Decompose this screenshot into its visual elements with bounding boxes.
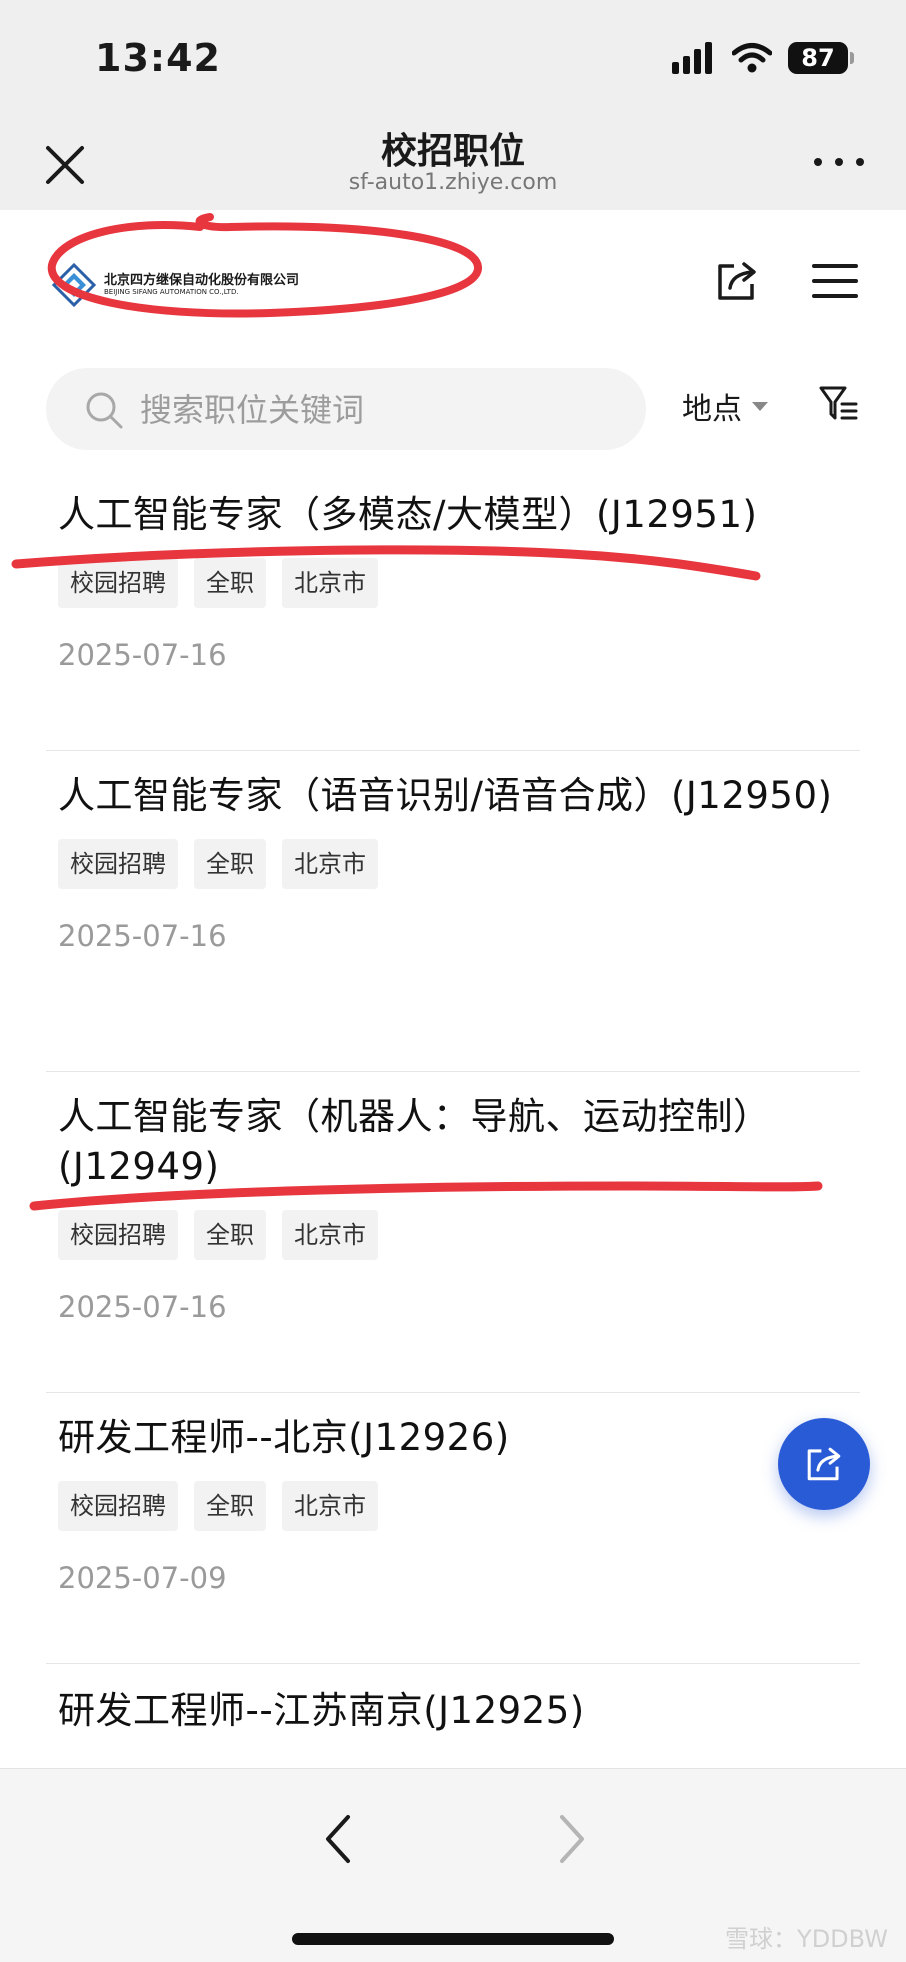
nav-header: 校招职位 sf-auto1.zhiye.com bbox=[0, 110, 906, 210]
cellular-signal-icon bbox=[672, 42, 712, 74]
company-logo[interactable]: 北京四方继保自动化股份有限公司 BEIJING SIFANG AUTOMATIO… bbox=[52, 260, 372, 310]
home-indicator bbox=[292, 1933, 614, 1945]
job-item[interactable]: 人工智能专家（语音识别/语音合成）(J12950) 校园招聘 全职 北京市 20… bbox=[46, 751, 860, 1072]
share-icon bbox=[807, 1447, 841, 1481]
search-bar: 地点 bbox=[0, 360, 906, 452]
caret-down-icon bbox=[752, 401, 768, 411]
share-icon[interactable] bbox=[714, 258, 760, 304]
job-date: 2025-07-16 bbox=[58, 638, 227, 672]
job-tag: 校园招聘 bbox=[58, 1210, 178, 1260]
job-list: 人工智能专家（多模态/大模型）(J12951) 校园招聘 全职 北京市 2025… bbox=[0, 470, 906, 1806]
more-options-button[interactable] bbox=[814, 150, 864, 174]
location-filter-label: 地点 bbox=[682, 392, 742, 427]
job-item[interactable]: 人工智能专家（多模态/大模型）(J12951) 校园招聘 全职 北京市 2025… bbox=[46, 470, 860, 751]
job-tag: 全职 bbox=[194, 839, 266, 889]
job-title: 研发工程师--北京(J12926) bbox=[58, 1416, 510, 1459]
job-tags: 校园招聘 全职 北京市 bbox=[46, 1481, 860, 1531]
job-date: 2025-07-16 bbox=[58, 919, 227, 953]
job-title: 人工智能专家（多模态/大模型）(J12951) bbox=[58, 493, 758, 536]
status-time: 13:42 bbox=[95, 36, 221, 80]
job-title: 研发工程师--江苏南京(J12925) bbox=[58, 1689, 585, 1732]
logo-mark-icon bbox=[52, 263, 96, 307]
search-input[interactable] bbox=[138, 368, 622, 452]
job-item[interactable]: 人工智能专家（机器人：导航、运动控制）(J12949) 校园招聘 全职 北京市 … bbox=[46, 1072, 860, 1393]
watermark: 雪球：YDDBW bbox=[725, 1925, 888, 1953]
search-box[interactable] bbox=[46, 368, 646, 452]
floating-share-button[interactable] bbox=[778, 1418, 870, 1510]
more-dot bbox=[856, 158, 864, 166]
hamburger-menu-icon[interactable] bbox=[812, 262, 858, 300]
back-arrow-icon[interactable] bbox=[318, 1809, 358, 1869]
job-tags: 校园招聘 全职 北京市 bbox=[46, 558, 860, 608]
logo-text: 北京四方继保自动化股份有限公司 BEIJING SIFANG AUTOMATIO… bbox=[104, 273, 299, 297]
job-tag: 北京市 bbox=[282, 839, 378, 889]
search-icon bbox=[86, 392, 123, 429]
job-tag: 北京市 bbox=[282, 1210, 378, 1260]
forward-arrow-icon[interactable] bbox=[552, 1809, 592, 1869]
filter-icon[interactable] bbox=[818, 384, 858, 424]
job-tag: 北京市 bbox=[282, 1481, 378, 1531]
status-bar: 13:42 87 bbox=[0, 0, 906, 110]
browser-bottom-bar: 雪球：YDDBW bbox=[0, 1768, 906, 1962]
battery-icon: 87 bbox=[788, 42, 854, 74]
more-dot bbox=[814, 158, 822, 166]
job-tag: 校园招聘 bbox=[58, 1481, 178, 1531]
battery-level: 87 bbox=[801, 44, 835, 72]
job-tag: 北京市 bbox=[282, 558, 378, 608]
job-tag: 校园招聘 bbox=[58, 839, 178, 889]
status-icons: 87 bbox=[672, 42, 854, 74]
page-title: 校招职位 bbox=[380, 131, 525, 172]
more-dot bbox=[835, 158, 843, 166]
logo-name-cn: 北京四方继保自动化股份有限公司 bbox=[104, 273, 300, 288]
job-tag: 全职 bbox=[194, 1210, 266, 1260]
page-url: sf-auto1.zhiye.com bbox=[348, 170, 558, 195]
wifi-icon bbox=[732, 43, 772, 73]
job-title: 人工智能专家（语音识别/语音合成）(J12950) bbox=[58, 774, 833, 817]
logo-name-en: BEIJING SIFANG AUTOMATION CO.,LTD. bbox=[104, 288, 239, 296]
job-item[interactable]: 研发工程师--北京(J12926) 校园招聘 全职 北京市 2025-07-09 bbox=[46, 1393, 860, 1664]
site-header: 北京四方继保自动化股份有限公司 BEIJING SIFANG AUTOMATIO… bbox=[0, 210, 906, 350]
location-filter-dropdown[interactable]: 地点 bbox=[682, 384, 768, 428]
job-tags: 校园招聘 全职 北京市 bbox=[46, 839, 860, 889]
job-tag: 全职 bbox=[194, 558, 266, 608]
job-tag: 全职 bbox=[194, 1481, 266, 1531]
job-date: 2025-07-09 bbox=[58, 1561, 227, 1595]
job-date: 2025-07-16 bbox=[58, 1290, 227, 1324]
job-tags: 校园招聘 全职 北京市 bbox=[46, 1210, 860, 1260]
job-tag: 校园招聘 bbox=[58, 558, 178, 608]
job-title: 人工智能专家（机器人：导航、运动控制）(J12949) bbox=[58, 1095, 771, 1188]
